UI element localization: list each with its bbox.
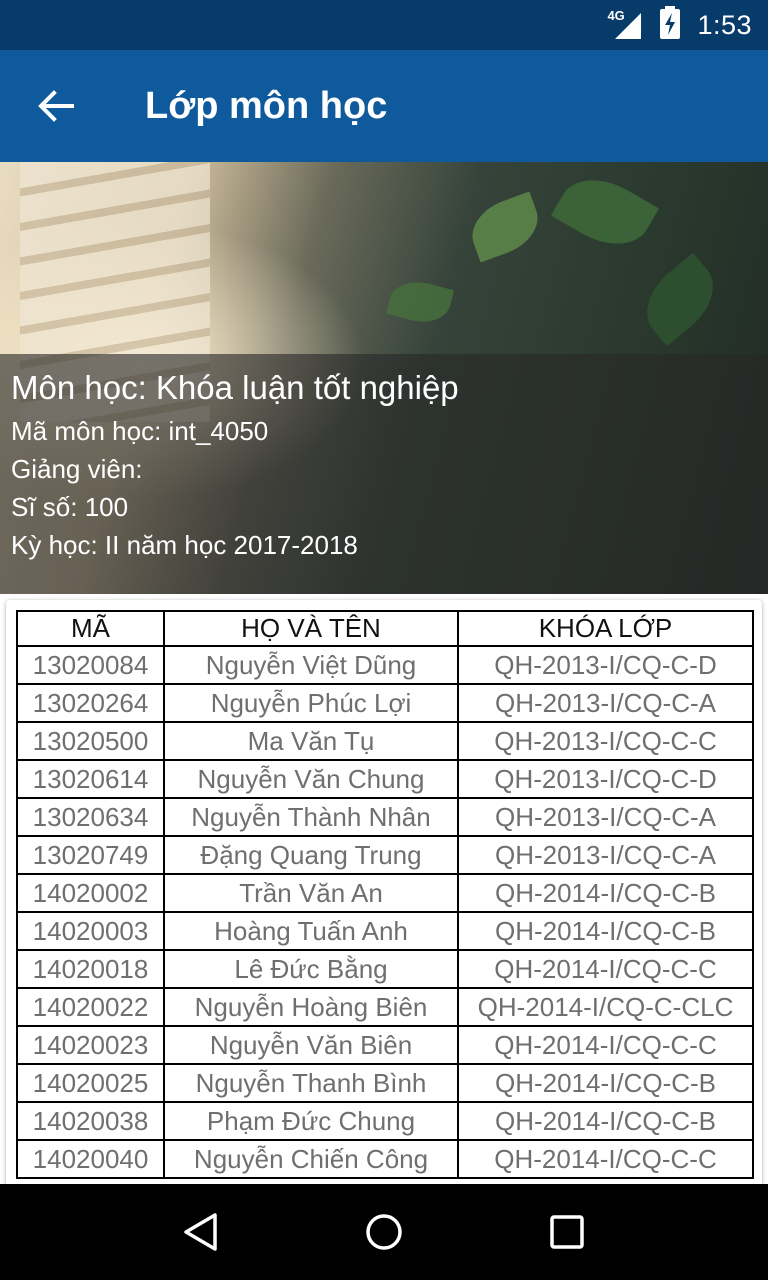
course-size: Sĩ số: 100	[11, 492, 129, 522]
page-title: Lớp môn học	[145, 84, 388, 127]
student-id-cell: 14020003	[16, 911, 165, 951]
student-id-cell: 13020500	[16, 721, 165, 761]
course-code: Mã môn học: int_4050	[11, 416, 269, 446]
student-id-cell: 14020038	[16, 1101, 165, 1141]
student-name-cell: Nguyễn Chiến Công	[163, 1139, 459, 1179]
student-name-cell: Nguyễn Văn Chung	[163, 759, 459, 799]
student-class-cell: QH-2014-I/CQ-C-B	[457, 911, 754, 951]
nav-back-button[interactable]	[169, 1200, 233, 1264]
table-row[interactable]: 14020025 Nguyễn Thanh Bình QH-2014-I/CQ-C-…	[16, 1063, 754, 1103]
system-nav-bar	[0, 1184, 768, 1280]
table-row[interactable]: 14020022 Nguyễn Hoàng Biên QH-2014-I/CQ-C-…	[16, 987, 754, 1027]
battery-charging-icon	[659, 5, 681, 45]
course-semester: Kỳ học: II năm học 2017-2018	[11, 530, 358, 560]
course-header-image: Môn học: Khóa luận tốt nghiệp Mã môn học…	[0, 162, 768, 594]
table-row[interactable]: 14020040 Nguyễn Chiến Công QH-2014-I/CQ-C-…	[16, 1139, 754, 1179]
background-leaf	[385, 274, 455, 330]
student-id-cell: 14020018	[16, 949, 165, 989]
student-id-cell: 13020634	[16, 797, 165, 837]
table-row[interactable]: 14020002 Trần Văn An QH-2014-I/CQ-C-B	[16, 873, 754, 913]
signal-icon: 4G	[607, 9, 643, 41]
student-list-card[interactable]: MÃ HỌ VÀ TÊN KHÓA LỚP 13020084 Nguyễn Việ…	[6, 600, 762, 1190]
back-button[interactable]	[0, 50, 112, 162]
student-id-cell: 14020002	[16, 873, 165, 913]
student-class-cell: QH-2014-I/CQ-C-C	[457, 1139, 754, 1179]
student-class-cell: QH-2013-I/CQ-C-D	[457, 645, 754, 685]
clock: 1:53	[697, 9, 752, 40]
background-leaf	[463, 191, 547, 263]
student-id-cell: 14020022	[16, 987, 165, 1027]
student-id-cell: 14020025	[16, 1063, 165, 1103]
student-name-cell: Đặng Quang Trung	[163, 835, 459, 875]
column-header-class: KHÓA LỚP	[457, 610, 754, 647]
table-row[interactable]: 13020500 Ma Văn Tụ QH-2013-I/CQ-C-C	[16, 721, 754, 761]
table-row[interactable]: 14020038 Phạm Đức Chung QH-2014-I/CQ-C-B	[16, 1101, 754, 1141]
table-row[interactable]: 14020003 Hoàng Tuấn Anh QH-2014-I/CQ-C-B	[16, 911, 754, 951]
table-row[interactable]: 13020264 Nguyễn Phúc Lợi QH-2013-I/CQ-C-A	[16, 683, 754, 723]
student-name-cell: Nguyễn Hoàng Biên	[163, 987, 459, 1027]
student-name-cell: Nguyễn Văn Biên	[163, 1025, 459, 1065]
student-name-cell: Nguyễn Việt Dũng	[163, 645, 459, 685]
back-triangle-icon	[184, 1213, 218, 1251]
student-name-cell: Nguyễn Thành Nhân	[163, 797, 459, 837]
student-class-cell: QH-2014-I/CQ-C-C	[457, 1025, 754, 1065]
course-subject: Môn học: Khóa luận tốt nghiệp	[11, 369, 459, 406]
home-circle-icon	[366, 1214, 402, 1250]
table-row[interactable]: 14020018 Lê Đức Bằng QH-2014-I/CQ-C-C	[16, 949, 754, 989]
student-name-cell: Trần Văn An	[163, 873, 459, 913]
student-name-cell: Nguyễn Phúc Lợi	[163, 683, 459, 723]
student-class-cell: QH-2014-I/CQ-C-B	[457, 873, 754, 913]
student-id-cell: 14020040	[16, 1139, 165, 1179]
student-class-cell: QH-2013-I/CQ-C-A	[457, 683, 754, 723]
student-class-cell: QH-2013-I/CQ-C-A	[457, 835, 754, 875]
student-name-cell: Nguyễn Thanh Bình	[163, 1063, 459, 1103]
table-row[interactable]: 13020614 Nguyễn Văn Chung QH-2013-I/CQ-C-D	[16, 759, 754, 799]
student-name-cell: Lê Đức Bằng	[163, 949, 459, 989]
student-id-cell: 13020749	[16, 835, 165, 875]
student-id-cell: 13020264	[16, 683, 165, 723]
arrow-left-icon	[38, 90, 74, 122]
table-row[interactable]: 13020634 Nguyễn Thành Nhân QH-2013-I/CQ-C-…	[16, 797, 754, 837]
app-bar: Lớp môn học	[0, 50, 768, 162]
student-class-cell: QH-2014-I/CQ-C-B	[457, 1101, 754, 1141]
student-class-cell: QH-2014-I/CQ-C-B	[457, 1063, 754, 1103]
student-name-cell: Hoàng Tuấn Anh	[163, 911, 459, 951]
course-info: Môn học: Khóa luận tốt nghiệp Mã môn học…	[0, 354, 768, 594]
table-row[interactable]: 14020023 Nguyễn Văn Biên QH-2014-I/CQ-C-C	[16, 1025, 754, 1065]
background-leaf	[631, 252, 729, 347]
table-row[interactable]: 13020749 Đặng Quang Trung QH-2013-I/CQ-C-A	[16, 835, 754, 875]
student-name-cell: Phạm Đức Chung	[163, 1101, 459, 1141]
nav-recents-button[interactable]	[535, 1200, 599, 1264]
student-id-cell: 13020614	[16, 759, 165, 799]
course-lecturer: Giảng viên:	[11, 454, 143, 484]
column-header-name: HỌ VÀ TÊN	[163, 610, 459, 647]
table-row[interactable]: 13020084 Nguyễn Việt Dũng QH-2013-I/CQ-C-D	[16, 645, 754, 685]
table-header-row: MÃ HỌ VÀ TÊN KHÓA LỚP	[16, 610, 754, 647]
recents-square-icon	[549, 1215, 584, 1249]
student-id-cell: 13020084	[16, 645, 165, 685]
student-class-cell: QH-2014-I/CQ-C-CLC	[457, 987, 754, 1027]
status-bar: 4G 1:53	[0, 0, 768, 50]
student-class-cell: QH-2013-I/CQ-C-A	[457, 797, 754, 837]
student-class-cell: QH-2013-I/CQ-C-D	[457, 759, 754, 799]
student-class-cell: QH-2014-I/CQ-C-C	[457, 949, 754, 989]
student-id-cell: 14020023	[16, 1025, 165, 1065]
nav-home-button[interactable]	[352, 1200, 416, 1264]
background-leaf	[551, 163, 659, 261]
column-header-id: MÃ	[16, 610, 165, 647]
student-name-cell: Ma Văn Tụ	[163, 721, 459, 761]
student-class-cell: QH-2013-I/CQ-C-C	[457, 721, 754, 761]
student-table: MÃ HỌ VÀ TÊN KHÓA LỚP 13020084 Nguyễn Việ…	[16, 610, 754, 1179]
